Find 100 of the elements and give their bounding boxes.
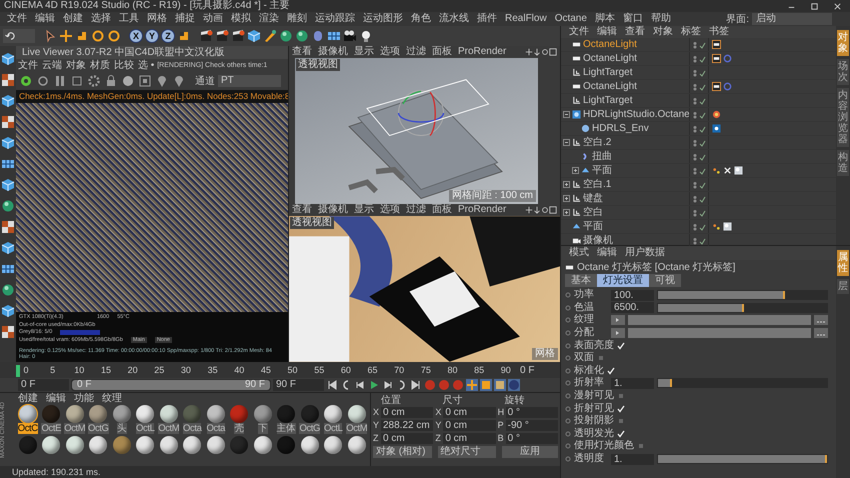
- material-name[interactable]: OctM: [64, 423, 86, 434]
- more-icon[interactable]: [814, 315, 828, 326]
- coordinate-field[interactable]: 0 cm: [381, 406, 434, 418]
- object-name[interactable]: 平面: [583, 220, 603, 232]
- navigation-icon[interactable]: [525, 48, 557, 56]
- rotate-icon[interactable]: [107, 29, 121, 43]
- side-tab[interactable]: 层: [837, 279, 849, 294]
- menu-item[interactable]: 编辑: [593, 247, 621, 259]
- object-name[interactable]: LightTarget: [583, 66, 632, 78]
- go-to-start-icon[interactable]: [326, 379, 338, 391]
- menu-item[interactable]: 面板: [428, 204, 455, 216]
- side-tab[interactable]: 内容浏览器: [837, 88, 849, 147]
- axis-lock-button[interactable]: Z: [161, 29, 175, 43]
- menu-item[interactable]: 编辑: [31, 13, 59, 25]
- material-name[interactable]: OctE: [41, 423, 61, 434]
- attribute-tab[interactable]: 灯光设置: [597, 274, 649, 287]
- clapper-icon[interactable]: [231, 29, 245, 43]
- material-tag-icon[interactable]: [734, 166, 743, 175]
- mode-dropdown[interactable]: 对象 (相对): [373, 446, 432, 458]
- menu-item[interactable]: 窗口: [618, 13, 647, 25]
- visibility-dots-icon[interactable]: [692, 40, 706, 48]
- material-swatch[interactable]: [18, 405, 37, 423]
- menu-item[interactable]: 书签: [705, 26, 733, 38]
- visibility-dots-icon[interactable]: [692, 208, 706, 216]
- menu-item[interactable]: 创建: [59, 13, 87, 25]
- material-swatch[interactable]: [112, 405, 131, 423]
- visibility-dots-icon[interactable]: [692, 152, 706, 160]
- menu-item[interactable]: 用户数据: [621, 247, 669, 259]
- material-swatch[interactable]: [183, 436, 202, 454]
- expand-toggle[interactable]: [563, 195, 570, 202]
- object-name[interactable]: OctaneLight: [583, 52, 637, 64]
- menu-item[interactable]: 对象: [64, 60, 88, 72]
- material-name[interactable]: OctG: [88, 423, 109, 434]
- sphere-icon[interactable]: [295, 29, 309, 43]
- attribute-tab[interactable]: 可视: [649, 274, 681, 287]
- layout-dropdown[interactable]: 启动: [752, 13, 832, 25]
- menu-item[interactable]: 选项: [376, 204, 403, 216]
- animation-dot-icon[interactable]: [565, 368, 571, 374]
- menu-item[interactable]: 工具: [115, 13, 143, 25]
- material-name[interactable]: 主体: [276, 423, 296, 434]
- go-to-end-icon[interactable]: [410, 379, 422, 391]
- material-swatch[interactable]: [348, 405, 366, 423]
- coordinate-field[interactable]: 0 cm: [381, 432, 434, 444]
- checker-icon[interactable]: [0, 115, 15, 129]
- material-swatch[interactable]: [254, 405, 272, 423]
- animation-dot-icon[interactable]: [565, 317, 571, 324]
- material-swatch[interactable]: [160, 405, 178, 423]
- menu-item[interactable]: 文件: [16, 60, 40, 72]
- menu-item[interactable]: 动画: [199, 13, 227, 25]
- capsule-icon[interactable]: [311, 29, 325, 43]
- menu-item[interactable]: 对象: [649, 26, 677, 38]
- coordinate-field[interactable]: 0 cm: [443, 406, 496, 418]
- light-tag-icon[interactable]: [712, 82, 721, 91]
- visibility-dots-icon[interactable]: [692, 138, 706, 146]
- texture-tag-icon[interactable]: [712, 166, 721, 175]
- object-name[interactable]: LightTarget: [583, 94, 632, 106]
- grid-icon[interactable]: [0, 262, 15, 276]
- menu-item[interactable]: 查看: [621, 26, 649, 38]
- menu-item[interactable]: 选项: [376, 46, 403, 58]
- material-swatch[interactable]: [42, 436, 60, 454]
- cube-icon[interactable]: [0, 241, 15, 255]
- menu-item[interactable]: 模拟: [227, 13, 255, 25]
- menu-item[interactable]: 创建: [14, 393, 42, 405]
- number-field[interactable]: 1.: [611, 378, 654, 389]
- object-name[interactable]: OctaneLight: [583, 38, 637, 50]
- menu-item[interactable]: 比较: [112, 60, 136, 72]
- side-tab[interactable]: 场次: [837, 59, 849, 85]
- next-frame-icon[interactable]: [382, 379, 394, 391]
- slider-fill[interactable]: [658, 304, 744, 312]
- material-swatch[interactable]: [112, 436, 131, 454]
- material-swatch[interactable]: [324, 436, 342, 454]
- menu-item[interactable]: 选择: [87, 13, 115, 25]
- animation-dot-icon[interactable]: [565, 430, 571, 437]
- cube-icon[interactable]: [0, 52, 15, 66]
- menu-item[interactable]: 显示: [350, 204, 377, 216]
- axis-lock-button[interactable]: X: [129, 29, 143, 43]
- material-swatch[interactable]: [183, 405, 202, 423]
- apply-button[interactable]: 应用: [502, 446, 558, 458]
- animation-dot-icon[interactable]: [565, 330, 571, 336]
- material-name[interactable]: OctM: [158, 423, 180, 434]
- object-name[interactable]: 摄像机: [583, 234, 613, 246]
- rotate-icon[interactable]: [91, 29, 105, 43]
- object-name[interactable]: 扭曲: [592, 150, 612, 162]
- stop-icon[interactable]: [70, 74, 84, 88]
- texture-tag-icon[interactable]: [712, 222, 721, 231]
- expand-toggle[interactable]: [563, 181, 570, 188]
- previous-frame-icon[interactable]: [354, 379, 366, 391]
- move-key-icon[interactable]: [466, 379, 478, 391]
- attribute-tab[interactable]: 基本: [565, 274, 597, 287]
- phong-tag-icon[interactable]: [723, 166, 732, 175]
- coordinate-field[interactable]: 0 cm: [443, 420, 496, 430]
- menu-item[interactable]: 过滤: [402, 46, 429, 58]
- menu-item[interactable]: 显示: [350, 46, 377, 58]
- visibility-dots-icon[interactable]: [692, 222, 706, 230]
- checkbox[interactable]: [617, 404, 625, 413]
- menu-item[interactable]: RealFlow: [501, 13, 551, 25]
- checker-icon[interactable]: [0, 73, 15, 87]
- animation-dot-icon[interactable]: [565, 418, 571, 424]
- menu-item[interactable]: 材质: [88, 60, 112, 72]
- sphere-icon[interactable]: [120, 74, 135, 88]
